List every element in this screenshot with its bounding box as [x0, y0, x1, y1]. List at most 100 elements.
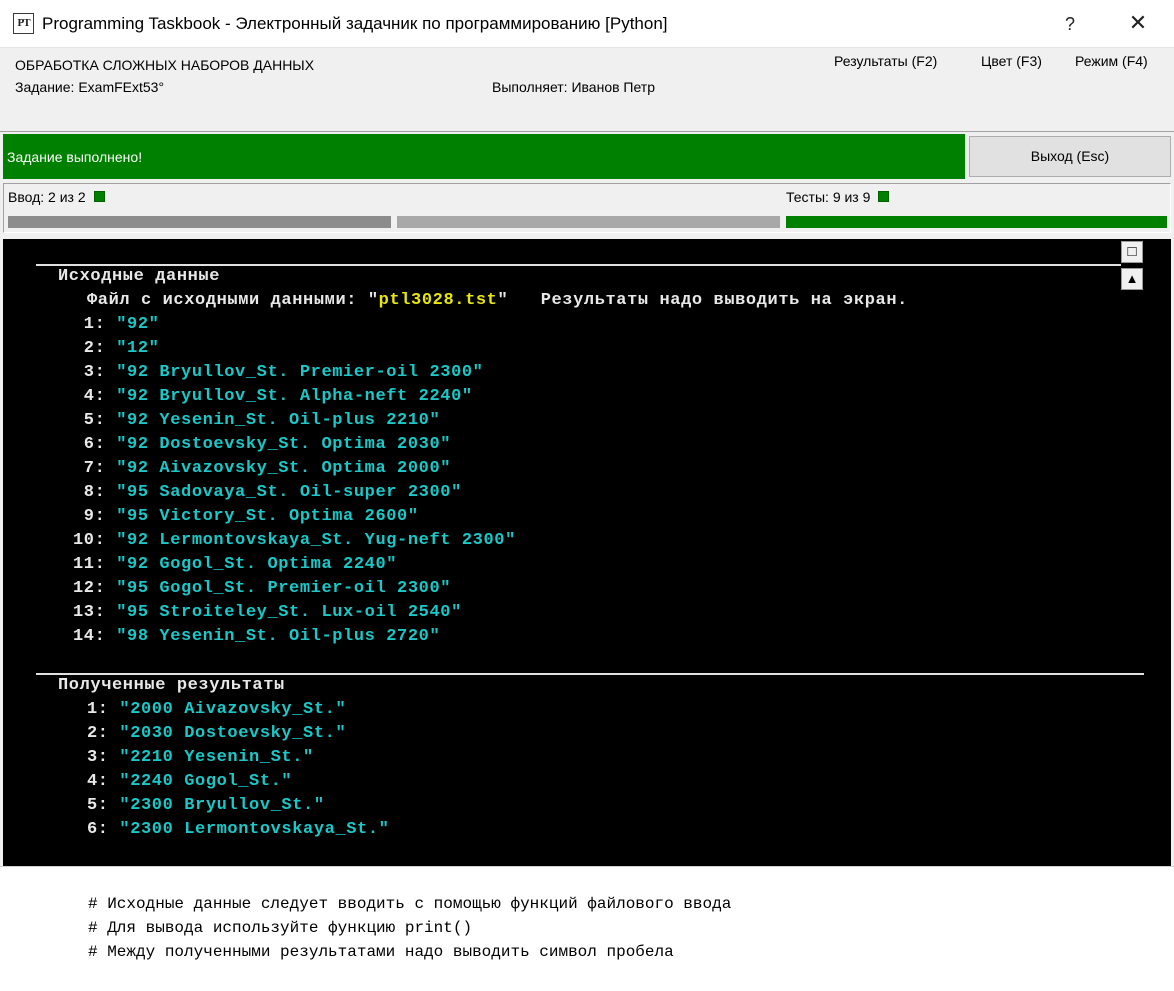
line-number: 8: [73, 483, 117, 502]
output-section-divider [36, 673, 1144, 675]
input-section-title: Исходные данные [58, 267, 221, 286]
performer-label: Выполняет: Иванов Петр [492, 79, 656, 95]
line-number: 4: [73, 387, 117, 406]
tests-progress-bar [786, 216, 1167, 228]
line-number: 3: [87, 748, 120, 767]
line-value: "92 Bryullov_St. Premier-oil 2300" [116, 363, 484, 382]
tests-status-indicator [878, 191, 890, 202]
input-data-line: 13: "95 Stroiteley_St. Lux-oil 2540" [73, 603, 462, 623]
line-value: "92 Lermontovskaya_St. Yug-neft 2300" [116, 531, 516, 550]
file-name: ptl3028.tst [378, 291, 498, 310]
input-progress-bar-2 [397, 216, 780, 228]
status-banner [3, 134, 965, 179]
input-progress-bar [8, 216, 391, 228]
input-data-line: 8: "95 Sadovaya_St. Oil-super 2300" [73, 483, 462, 503]
menu-results[interactable]: Результаты (F2) [834, 53, 937, 69]
line-value: "2300 Lermontovskaya_St." [119, 820, 390, 839]
menu-mode[interactable]: Режим (F4) [1075, 53, 1148, 69]
line-value: "92 Dostoevsky_St. Optima 2030" [116, 435, 452, 454]
line-value: "92 Yesenin_St. Oil-plus 2210" [116, 411, 441, 430]
line-value: "92 Aivazovsky_St. Optima 2000" [116, 459, 452, 478]
line-number: 5: [87, 796, 120, 815]
line-number: 4: [87, 772, 120, 791]
output-data-line: 3: "2210 Yesenin_St." [87, 748, 314, 768]
line-number: 14: [73, 627, 117, 646]
window-title: Programming Taskbook - Электронный задач… [42, 14, 668, 33]
scroll-up-icon[interactable]: ▲ [1121, 268, 1143, 290]
status-message: Задание выполнено! [7, 149, 143, 165]
line-number: 2: [87, 724, 120, 743]
input-data-line: 5: "92 Yesenin_St. Oil-plus 2210" [73, 411, 440, 431]
line-number: 5: [73, 411, 117, 430]
output-data-line: 1: "2000 Aivazovsky_St." [87, 700, 346, 720]
line-number: 1: [73, 315, 117, 334]
line-number: 3: [73, 363, 117, 382]
app-logo-icon: PT [13, 13, 34, 34]
line-number: 6: [73, 435, 117, 454]
line-value: "98 Yesenin_St. Oil-plus 2720" [116, 627, 441, 646]
line-value: "92 Bryullov_St. Alpha-neft 2240" [116, 387, 473, 406]
note-line: # Для вывода используйте функцию print() [88, 919, 473, 937]
exit-button[interactable]: Выход (Esc) [969, 136, 1171, 177]
line-value: "12" [116, 339, 160, 358]
output-section-title: Полученные результаты [58, 676, 285, 695]
file-suffix: " Результаты надо выводить на экран. [497, 291, 908, 310]
maximize-icon[interactable]: □ [1121, 241, 1143, 263]
input-data-line: 4: "92 Bryullov_St. Alpha-neft 2240" [73, 387, 473, 407]
line-value: "2240 Gogol_St." [119, 772, 293, 791]
output-console: Исходные данные Файл с исходными данными… [3, 239, 1171, 866]
output-data-line: 5: "2300 Bryullov_St." [87, 796, 325, 816]
title-bar: PT Programming Taskbook - Электронный за… [0, 0, 1174, 48]
input-data-line: 11: "92 Gogol_St. Optima 2240" [73, 555, 397, 575]
file-info-line: Файл с исходными данными: "ptl3028.tst" … [87, 291, 908, 311]
line-number: 12: [73, 579, 117, 598]
input-data-line: 14: "98 Yesenin_St. Oil-plus 2720" [73, 627, 440, 647]
notes-panel: # Исходные данные следует вводить с помо… [0, 866, 1174, 991]
task-group-title: ОБРАБОТКА СЛОЖНЫХ НАБОРОВ ДАННЫХ [15, 57, 315, 73]
line-value: "92 Gogol_St. Optima 2240" [116, 555, 398, 574]
tests-progress-value: 9 из 9 [832, 189, 871, 205]
task-name: Задание: ExamFExt53° [15, 79, 165, 95]
input-status-indicator [93, 191, 105, 202]
output-data-line: 4: "2240 Gogol_St." [87, 772, 292, 792]
line-number: 10: [73, 531, 117, 550]
input-data-line: 1: "92" [73, 315, 159, 335]
line-value: "95 Stroiteley_St. Lux-oil 2540" [116, 603, 462, 622]
line-value: "92" [116, 315, 160, 334]
input-data-line: 12: "95 Gogol_St. Premier-oil 2300" [73, 579, 451, 599]
line-number: 11: [73, 555, 117, 574]
line-number: 7: [73, 459, 117, 478]
input-label-text: Ввод: [8, 189, 45, 205]
menu-color[interactable]: Цвет (F3) [981, 53, 1042, 69]
line-value: "95 Sadovaya_St. Oil-super 2300" [116, 483, 462, 502]
line-value: "2210 Yesenin_St." [119, 748, 314, 767]
input-progress-value: 2 из 2 [48, 189, 86, 205]
input-data-line: 6: "92 Dostoevsky_St. Optima 2030" [73, 435, 451, 455]
line-number: 1: [87, 700, 120, 719]
file-label: Файл с исходными данными: " [87, 291, 379, 310]
line-number: 9: [73, 507, 117, 526]
line-number: 2: [73, 339, 117, 358]
help-button[interactable]: ? [1052, 6, 1088, 42]
tests-label-text: Тесты: [786, 189, 829, 205]
line-number: 6: [87, 820, 120, 839]
tests-progress-label: Тесты: 9 из 9 [786, 189, 890, 205]
input-data-line: 10: "92 Lermontovskaya_St. Yug-neft 2300… [73, 531, 516, 551]
line-value: "2030 Dostoevsky_St." [119, 724, 347, 743]
line-value: "95 Gogol_St. Premier-oil 2300" [116, 579, 452, 598]
line-number: 13: [73, 603, 117, 622]
line-value: "95 Victory_St. Optima 2600" [116, 507, 419, 526]
output-data-line: 2: "2030 Dostoevsky_St." [87, 724, 346, 744]
output-data-line: 6: "2300 Lermontovskaya_St." [87, 820, 389, 840]
input-data-line: 7: "92 Aivazovsky_St. Optima 2000" [73, 459, 451, 479]
input-data-line: 2: "12" [73, 339, 159, 359]
input-progress-label: Ввод: 2 из 2 [8, 189, 105, 205]
line-value: "2000 Aivazovsky_St." [119, 700, 347, 719]
input-data-line: 9: "95 Victory_St. Optima 2600" [73, 507, 419, 527]
line-value: "2300 Bryullov_St." [119, 796, 325, 815]
close-button[interactable]: ✕ [1118, 6, 1158, 42]
note-line: # Исходные данные следует вводить с помо… [88, 895, 732, 913]
input-data-line: 3: "92 Bryullov_St. Premier-oil 2300" [73, 363, 483, 383]
input-section-divider [36, 264, 1121, 266]
note-line: # Между полученными результатами надо вы… [88, 943, 674, 961]
